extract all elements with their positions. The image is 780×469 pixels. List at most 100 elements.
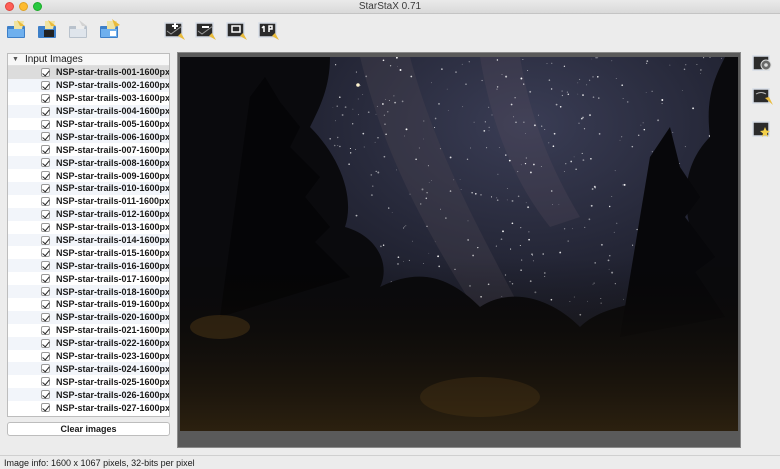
- file-checkbox[interactable]: [41, 196, 50, 206]
- file-checkbox[interactable]: [41, 158, 50, 168]
- file-list: NSP-star-trails-001-1600px. NSP-star-trai…: [8, 66, 169, 414]
- file-row[interactable]: NSP-star-trails-005-1600px.: [8, 118, 169, 131]
- file-row[interactable]: NSP-star-trails-027-1600px.: [8, 401, 169, 414]
- file-checkbox[interactable]: [41, 93, 50, 103]
- file-name: NSP-star-trails-008-1600px.: [56, 157, 170, 168]
- file-row[interactable]: NSP-star-trails-024-1600px.: [8, 362, 170, 376]
- file-name: NSP-star-trails-016-1600px.: [56, 260, 170, 271]
- file-row[interactable]: NSP-star-trails-003-1600px.: [8, 92, 169, 105]
- file-name: NSP-star-trails-006-1600px.: [56, 131, 170, 142]
- stack-view-button[interactable]: [224, 17, 250, 43]
- file-row[interactable]: NSP-star-trails-021-1600px.: [8, 324, 169, 337]
- file-row[interactable]: NSP-star-trails-001-1600px.: [8, 66, 169, 79]
- file-checkbox[interactable]: [41, 287, 50, 297]
- file-row[interactable]: NSP-star-trails-013-1600px.: [8, 221, 169, 234]
- file-name: NSP-star-trails-007-1600px.: [56, 144, 170, 155]
- stack-settings-button[interactable]: [256, 17, 282, 43]
- file-row[interactable]: NSP-star-trails-020-1600px.: [8, 310, 170, 324]
- file-name: NSP-star-trails-024-1600px.: [56, 363, 170, 374]
- file-checkbox[interactable]: [41, 235, 50, 245]
- file-checkbox[interactable]: [41, 377, 50, 387]
- file-row[interactable]: NSP-star-trails-025-1600px.: [8, 375, 169, 388]
- file-name: NSP-star-trails-009-1600px.: [56, 170, 170, 181]
- file-row[interactable]: NSP-star-trails-022-1600px.: [8, 336, 170, 350]
- window-title: StarStaX 0.71: [358, 1, 422, 12]
- file-checkbox[interactable]: [41, 390, 50, 400]
- input-images-title: Input Images: [24, 54, 83, 65]
- stack-subtract-icon: [195, 22, 216, 40]
- file-checkbox[interactable]: [41, 325, 50, 335]
- status-bar: Image info: 1600 x 1067 pixels, 32-bits …: [0, 455, 780, 469]
- file-checkbox[interactable]: [41, 145, 50, 155]
- file-name: NSP-star-trails-027-1600px.: [56, 402, 170, 413]
- file-checkbox[interactable]: [41, 119, 50, 129]
- file-name: NSP-star-trails-015-1600px.: [56, 247, 170, 258]
- file-checkbox[interactable]: [41, 222, 50, 232]
- stack-settings-icon: [258, 22, 279, 40]
- file-checkbox[interactable]: [41, 183, 50, 193]
- file-name: NSP-star-trails-002-1600px.: [56, 80, 170, 91]
- file-checkbox[interactable]: [41, 132, 50, 142]
- file-row[interactable]: NSP-star-trails-009-1600px.: [8, 169, 169, 182]
- file-checkbox[interactable]: [41, 261, 50, 271]
- file-row[interactable]: NSP-star-trails-026-1600px.: [8, 388, 169, 402]
- file-checkbox[interactable]: [41, 338, 50, 348]
- save-as-button[interactable]: [97, 17, 123, 43]
- file-checkbox[interactable]: [41, 299, 50, 309]
- file-row[interactable]: NSP-star-trails-011-1600px.j: [8, 195, 169, 208]
- file-name: NSP-star-trails-021-1600px.: [56, 325, 170, 336]
- file-checkbox[interactable]: [41, 351, 50, 361]
- file-row[interactable]: NSP-star-trails-017-1600px.: [8, 272, 169, 285]
- file-checkbox[interactable]: [41, 312, 50, 322]
- open-darkframe-button[interactable]: [35, 17, 61, 43]
- file-checkbox[interactable]: [41, 274, 50, 284]
- clear-images-button[interactable]: Clear images: [7, 422, 170, 436]
- file-row[interactable]: NSP-star-trails-004-1600px.: [8, 104, 170, 118]
- save-icon: [69, 20, 87, 38]
- image-preview: [177, 52, 741, 448]
- process-button[interactable]: [752, 52, 774, 74]
- star-trails-button[interactable]: [752, 85, 774, 107]
- image-info-text: Image info: 1600 x 1067 pixels, 32-bits …: [4, 457, 195, 468]
- file-name: NSP-star-trails-022-1600px.: [56, 338, 170, 349]
- open-folder-icon: [7, 20, 25, 38]
- file-checkbox[interactable]: [41, 171, 50, 181]
- file-name: NSP-star-trails-023-1600px.: [56, 351, 170, 362]
- file-checkbox[interactable]: [41, 80, 50, 90]
- file-checkbox[interactable]: [41, 106, 50, 116]
- toolbar: [0, 14, 780, 46]
- stack-subtract-button[interactable]: [193, 17, 219, 43]
- file-row[interactable]: NSP-star-trails-015-1600px.: [8, 246, 169, 259]
- stack-view-icon: [226, 22, 247, 40]
- file-row[interactable]: NSP-star-trails-010-1600px.: [8, 182, 169, 195]
- collapse-triangle-icon[interactable]: ▼: [12, 56, 19, 63]
- preview-photo: [180, 57, 738, 431]
- file-row[interactable]: NSP-star-trails-008-1600px.: [8, 156, 170, 170]
- stack-add-button[interactable]: [162, 17, 188, 43]
- save-button[interactable]: [66, 17, 92, 43]
- file-checkbox[interactable]: [41, 403, 50, 413]
- file-row[interactable]: NSP-star-trails-014-1600px.: [8, 233, 169, 247]
- file-row[interactable]: NSP-star-trails-006-1600px.: [8, 130, 170, 144]
- title-bar: StarStaX 0.71: [0, 0, 780, 14]
- file-name: NSP-star-trails-019-1600px.: [56, 299, 170, 310]
- file-row[interactable]: NSP-star-trails-012-1600px.: [8, 207, 169, 221]
- file-row[interactable]: NSP-star-trails-016-1600px.: [8, 259, 170, 273]
- file-row[interactable]: NSP-star-trails-007-1600px.: [8, 143, 169, 156]
- file-row[interactable]: NSP-star-trails-018-1600px.: [8, 285, 169, 299]
- file-checkbox[interactable]: [41, 248, 50, 258]
- file-name: NSP-star-trails-004-1600px.: [56, 106, 170, 117]
- file-row[interactable]: NSP-star-trails-023-1600px.: [8, 350, 169, 363]
- input-images-header[interactable]: ▼ Input Images: [8, 54, 169, 66]
- save-as-icon: [100, 19, 120, 38]
- file-name: NSP-star-trails-020-1600px.: [56, 312, 170, 323]
- file-row[interactable]: NSP-star-trails-019-1600px.: [8, 298, 169, 311]
- effects-button[interactable]: [752, 118, 774, 140]
- file-row[interactable]: NSP-star-trails-002-1600px.: [8, 78, 170, 92]
- star-trails-icon: [752, 88, 773, 105]
- file-checkbox[interactable]: [41, 67, 50, 77]
- open-images-button[interactable]: [4, 17, 30, 43]
- file-name: NSP-star-trails-010-1600px.: [56, 183, 170, 194]
- file-checkbox[interactable]: [41, 364, 50, 374]
- file-checkbox[interactable]: [41, 209, 50, 219]
